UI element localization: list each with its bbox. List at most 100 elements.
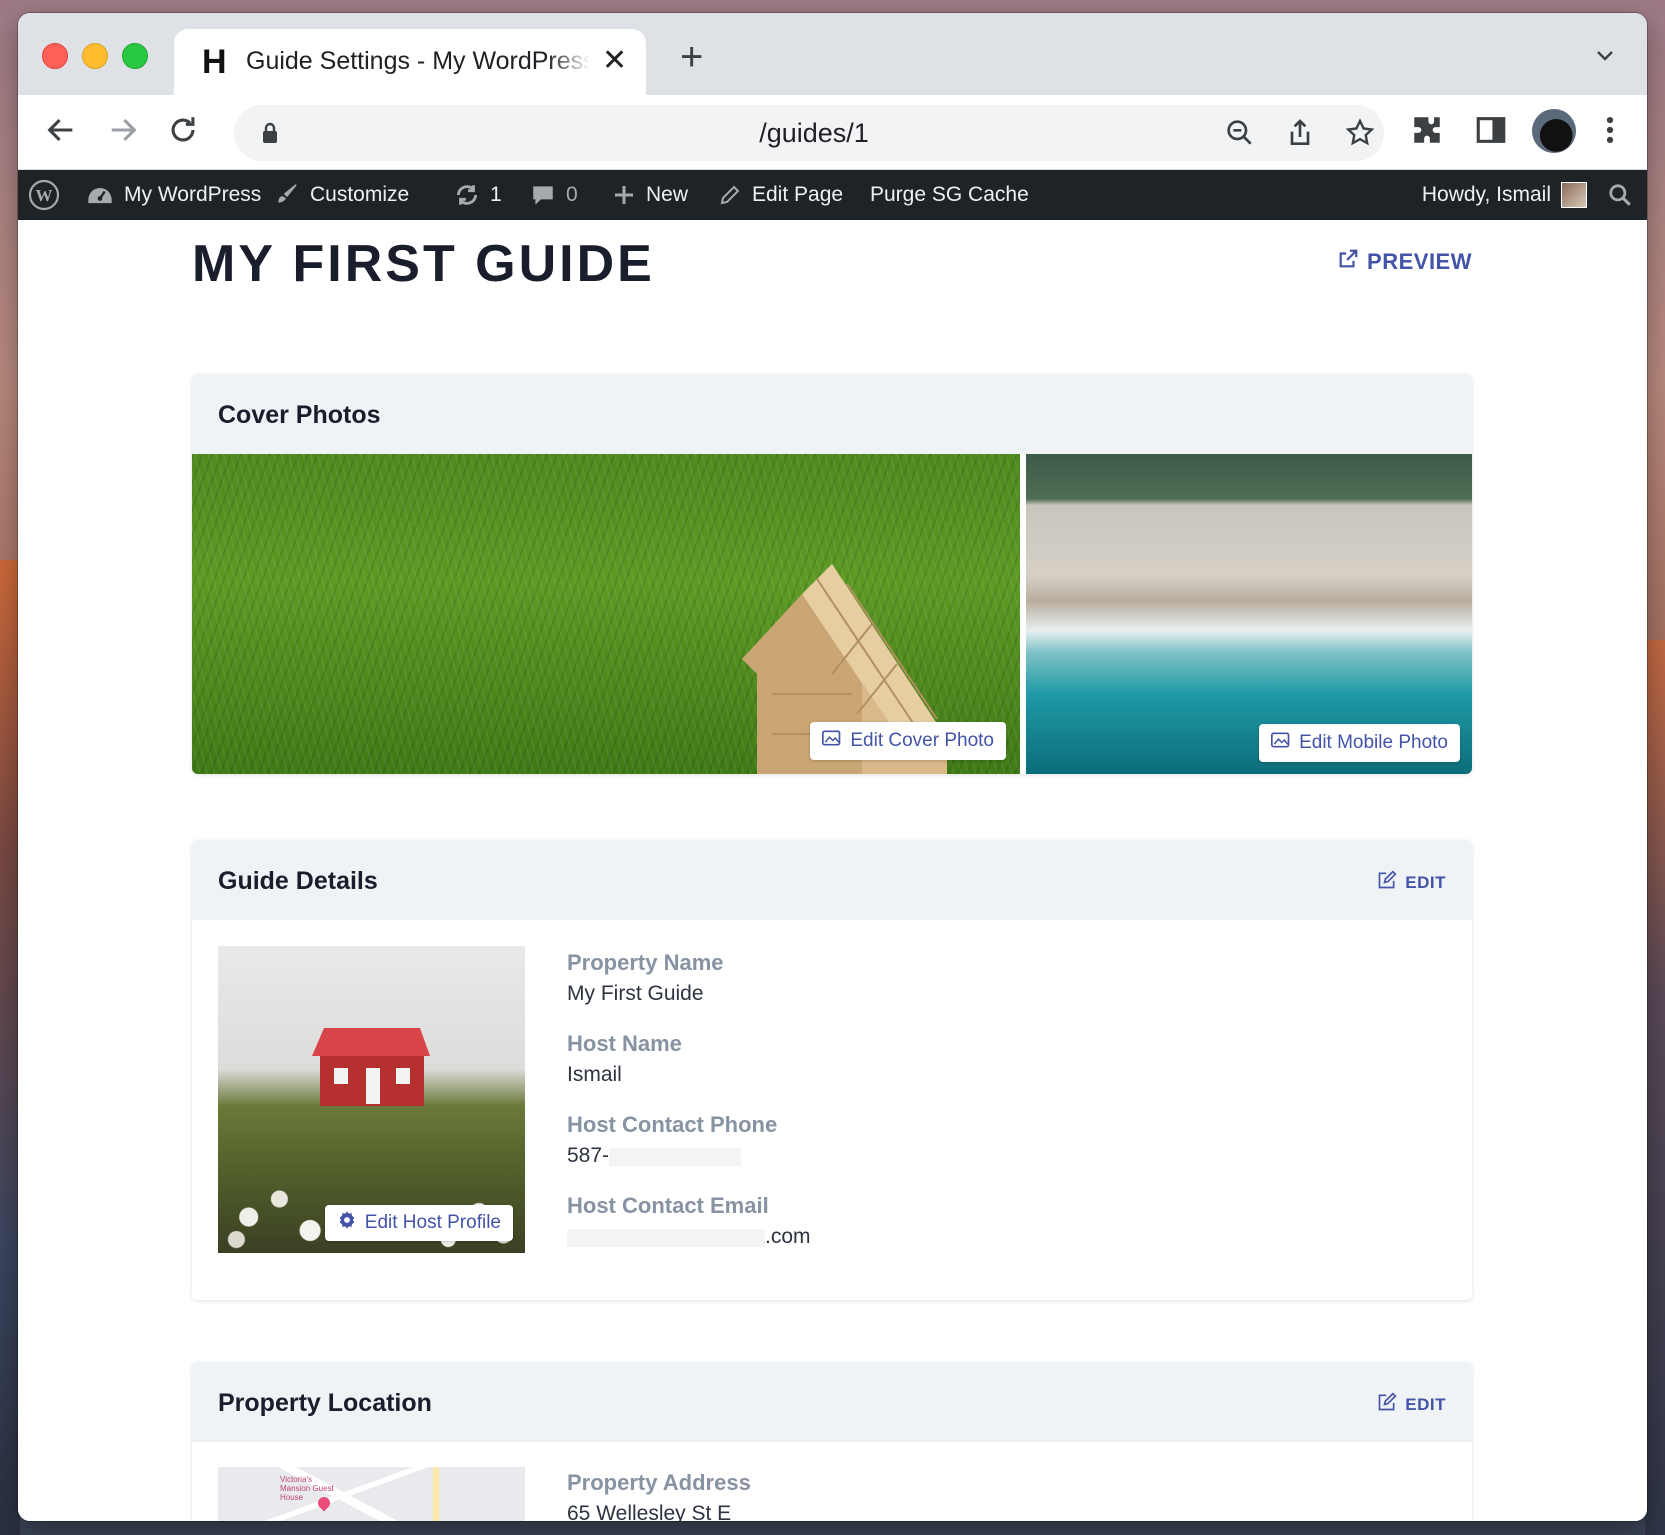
maximize-window-button[interactable]	[122, 43, 148, 69]
edit-page-label: Edit Page	[752, 183, 844, 206]
image-edit-icon	[1271, 731, 1291, 755]
edit-page-menu[interactable]: Edit Page	[718, 170, 843, 220]
zoom-out-icon[interactable]	[1224, 117, 1256, 154]
map-place-label: Victoria's Mansion Guest House	[280, 1475, 334, 1502]
edit-label: EDIT	[1405, 872, 1446, 892]
site-favicon-icon: H	[202, 43, 227, 81]
dashboard-icon	[86, 181, 114, 209]
back-icon[interactable]	[44, 113, 78, 152]
cover-photos-header: Cover Photos	[192, 374, 1472, 454]
pencil-icon	[718, 183, 742, 207]
wordpress-logo-icon: W	[28, 179, 60, 211]
profile-avatar[interactable]	[1532, 109, 1576, 153]
my-account-menu[interactable]: Howdy, Ismail	[1422, 170, 1587, 220]
comment-bubble-icon	[530, 182, 556, 208]
browser-toolbar: /guides/1	[18, 95, 1647, 170]
updates-count: 1	[490, 183, 502, 206]
new-label: New	[646, 183, 689, 206]
property-location-edit-button[interactable]: EDIT	[1377, 1392, 1446, 1417]
host-profile-image: Edit Host Profile	[218, 946, 525, 1253]
new-tab-icon[interactable]: +	[680, 35, 703, 80]
wp-admin-bar: W My WordPress Customize 1 0 New Edit Pa…	[18, 170, 1647, 220]
host-email-value: .com	[765, 1225, 811, 1248]
mobile-photo-image: Edit Mobile Photo	[1026, 454, 1472, 774]
tab-search-chevron-icon[interactable]	[1593, 43, 1617, 72]
purge-cache-label: Purge SG Cache	[870, 183, 1029, 206]
address-bar[interactable]: /guides/1	[234, 105, 1384, 161]
edit-host-profile-button[interactable]: Edit Host Profile	[324, 1205, 513, 1241]
customize-label: Customize	[310, 183, 410, 206]
property-location-fields: Property Address 65 Wellesley St E	[567, 1470, 751, 1521]
edit-mobile-photo-label: Edit Mobile Photo	[1299, 732, 1448, 753]
search-icon	[1607, 182, 1633, 208]
share-icon[interactable]	[1284, 117, 1316, 154]
bookmark-star-icon[interactable]	[1344, 117, 1376, 154]
purge-cache-menu[interactable]: Purge SG Cache	[870, 170, 1029, 220]
host-email-label: Host Contact Email	[567, 1193, 769, 1218]
host-email-row: .com	[567, 1225, 811, 1274]
property-location-card: Property Location EDIT Victoria's Mansio…	[192, 1362, 1472, 1521]
edit-icon	[1377, 870, 1397, 895]
host-phone-value: 587-	[567, 1144, 610, 1167]
paintbrush-icon	[274, 182, 300, 208]
guide-details-edit-button[interactable]: EDIT	[1377, 870, 1446, 895]
property-location-header: Property Location EDIT	[192, 1362, 1472, 1442]
external-link-icon	[1337, 248, 1359, 276]
location-map[interactable]: Victoria's Mansion Guest House	[218, 1467, 525, 1521]
plus-icon	[612, 183, 636, 207]
minimize-window-button[interactable]	[82, 43, 108, 69]
redacted-email	[567, 1229, 765, 1247]
guide-details-title: Guide Details	[218, 867, 378, 895]
redacted-phone	[609, 1148, 742, 1166]
guide-details-card: Guide Details EDIT Edit Host Profile Pro…	[192, 840, 1472, 1300]
edit-cover-photo-label: Edit Cover Photo	[850, 730, 994, 751]
guide-details-header: Guide Details EDIT	[192, 840, 1472, 920]
howdy-label: Howdy, Ismail	[1421, 183, 1551, 206]
tab-close-icon[interactable]: ✕	[602, 43, 627, 78]
cover-photo-image: Edit Cover Photo	[192, 454, 1020, 774]
edit-host-profile-label: Edit Host Profile	[364, 1212, 501, 1233]
browser-window: H Guide Settings - My WordPress ✕ + /gui…	[18, 13, 1647, 1521]
updates-menu[interactable]: 1	[454, 170, 502, 220]
comments-menu[interactable]: 0	[530, 170, 578, 220]
property-location-title: Property Location	[218, 1389, 432, 1417]
close-window-button[interactable]	[42, 43, 68, 69]
tab-title: Guide Settings - My WordPress	[246, 47, 590, 75]
cover-photos-card: Cover Photos Edit Cover Photo Edit Mobil…	[192, 374, 1472, 774]
preview-label: PREVIEW	[1367, 249, 1472, 274]
desktop-wallpaper-left	[0, 560, 20, 1535]
site-name-menu[interactable]: My WordPress	[86, 170, 261, 220]
side-panel-icon[interactable]	[1474, 113, 1508, 152]
host-phone-row: 587-	[567, 1144, 811, 1193]
extensions-icon[interactable]	[1410, 113, 1444, 152]
edit-cover-photo-button[interactable]: Edit Cover Photo	[810, 722, 1006, 760]
customize-menu[interactable]: Customize	[274, 170, 409, 220]
edit-icon	[1377, 1392, 1397, 1417]
user-avatar	[1561, 182, 1587, 208]
edit-mobile-photo-button[interactable]: Edit Mobile Photo	[1259, 724, 1460, 762]
reload-icon[interactable]	[166, 113, 200, 152]
gear-icon	[337, 1210, 357, 1236]
browser-tab-active[interactable]: H Guide Settings - My WordPress ✕	[174, 29, 646, 95]
menu-kebab-icon[interactable]	[1602, 113, 1618, 152]
host-name-label: Host Name	[567, 1031, 682, 1056]
property-address-label: Property Address	[567, 1470, 751, 1495]
cover-photos-title: Cover Photos	[218, 401, 381, 429]
edit-label: EDIT	[1405, 1394, 1446, 1414]
red-cabin-figure	[312, 1028, 430, 1106]
comments-count: 0	[566, 183, 578, 206]
property-name-value: My First Guide	[567, 982, 704, 1005]
admin-search[interactable]	[1607, 170, 1633, 220]
guide-details-fields: Property Name My First Guide Host Name I…	[567, 950, 811, 1274]
property-name-label: Property Name	[567, 950, 724, 975]
wp-logo-menu[interactable]: W	[28, 170, 60, 220]
forward-icon[interactable]	[106, 113, 140, 152]
property-address-value: 65 Wellesley St E	[567, 1502, 732, 1521]
svg-text:W: W	[36, 186, 53, 205]
url-text: /guides/1	[759, 118, 869, 148]
preview-link[interactable]: PREVIEW	[1337, 248, 1472, 276]
site-name-label: My WordPress	[124, 183, 262, 206]
new-content-menu[interactable]: New	[612, 170, 688, 220]
tab-strip: H Guide Settings - My WordPress ✕ +	[18, 13, 1647, 95]
page-title: MY FIRST GUIDE	[192, 235, 655, 293]
